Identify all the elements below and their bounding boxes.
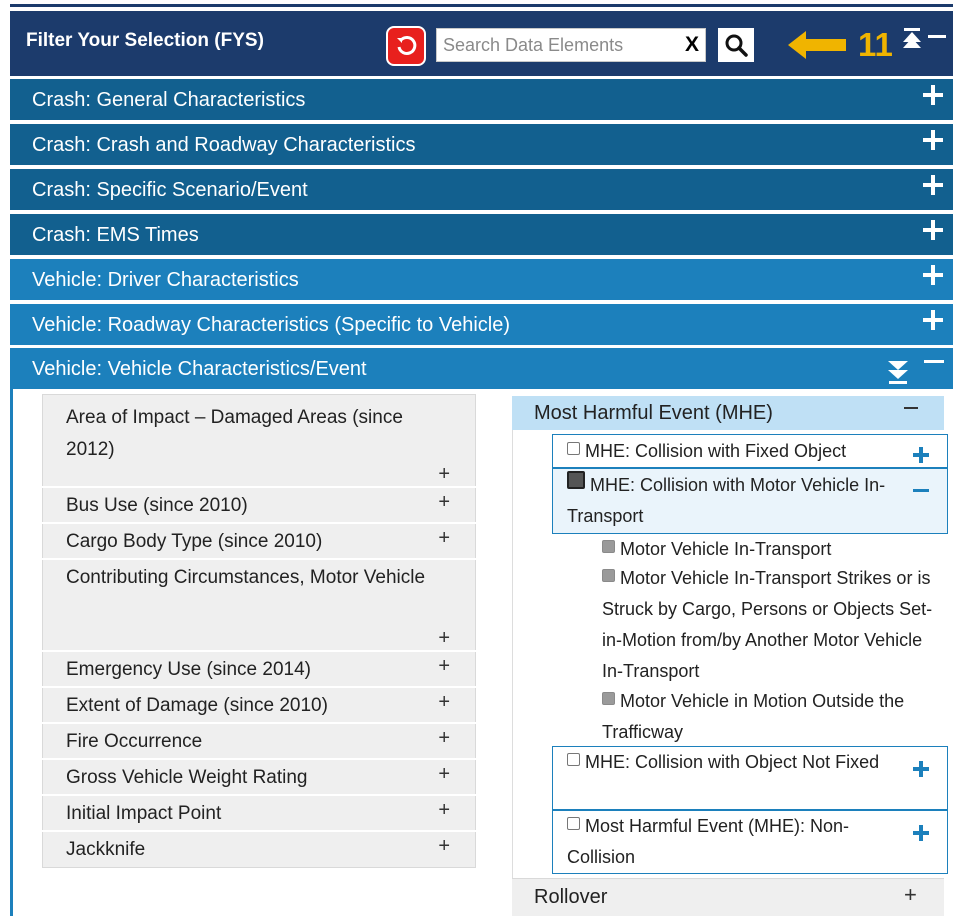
checkbox[interactable] (567, 442, 580, 455)
add-plus-icon[interactable]: + (438, 692, 450, 712)
expanded-section-border (10, 386, 13, 916)
checkbox[interactable] (567, 753, 580, 766)
expand-plus-icon[interactable] (911, 445, 931, 465)
list-item-label: Cargo Body Type (since 2010) (66, 531, 323, 552)
list-item-initial-impact-point[interactable]: Initial Impact Point + (42, 796, 476, 830)
add-plus-icon[interactable]: + (438, 464, 450, 484)
collapse-minus-icon[interactable] (904, 407, 918, 409)
list-item-label: Jackknife (66, 839, 146, 860)
accordion-crash-scenario[interactable]: Crash: Specific Scenario/Event (10, 169, 953, 210)
accordion-crash-ems[interactable]: Crash: EMS Times (10, 214, 953, 255)
reset-button[interactable] (386, 26, 426, 66)
list-item-label: Fire Occurrence (66, 731, 203, 752)
list-item-label: Area of Impact – Damaged Areas (since 20… (66, 407, 403, 460)
list-item-gross-vehicle-weight[interactable]: Gross Vehicle Weight Rating + (42, 760, 476, 794)
list-item-area-of-impact[interactable]: Area of Impact – Damaged Areas (since 20… (42, 394, 476, 486)
option-label: MHE: Collision with Motor Vehicle In-Tra… (567, 475, 886, 526)
option-mhe-fixed-object[interactable]: MHE: Collision with Fixed Object (552, 434, 948, 468)
accordion-label: Crash: Specific Scenario/Event (32, 179, 308, 201)
list-item-contributing-circumstances[interactable]: Contributing Circumstances, Motor Vehicl… (42, 560, 476, 650)
list-item-emergency-use[interactable]: Emergency Use (since 2014) + (42, 652, 476, 686)
accordion-label: Crash: General Characteristics (32, 89, 306, 111)
list-item-extent-of-damage[interactable]: Extent of Damage (since 2010) + (42, 688, 476, 722)
sub-option-mv-in-transport[interactable]: Motor Vehicle In-Transport (602, 534, 948, 565)
option-label: MHE: Collision with Object Not Fixed (585, 752, 880, 772)
add-plus-icon[interactable]: + (438, 628, 450, 648)
expand-plus-icon[interactable] (911, 823, 931, 843)
double-chevron-down-icon[interactable] (887, 360, 909, 386)
sub-option-label: Motor Vehicle in Motion Outside the Traf… (602, 691, 905, 742)
list-item-label: Extent of Damage (since 2010) (66, 695, 328, 716)
add-plus-icon[interactable]: + (438, 800, 450, 820)
checkbox-checked[interactable] (602, 540, 615, 553)
list-item-bus-use[interactable]: Bus Use (since 2010) + (42, 488, 476, 522)
left-arrow-icon (788, 31, 846, 59)
add-plus-icon[interactable]: + (438, 492, 450, 512)
search-box: X (436, 28, 706, 62)
reset-icon (397, 35, 417, 55)
search-icon (725, 34, 748, 57)
option-mhe-object-not-fixed[interactable]: MHE: Collision with Object Not Fixed (552, 746, 948, 810)
search-button[interactable] (716, 26, 756, 64)
option-mhe-non-collision[interactable]: Most Harmful Event (MHE): Non-Collision (552, 810, 948, 874)
accordion-crash-roadway[interactable]: Crash: Crash and Roadway Characteristics (10, 124, 953, 165)
expand-plus-icon[interactable]: + (904, 882, 917, 908)
option-label: MHE: Collision with Fixed Object (585, 441, 847, 461)
add-plus-icon[interactable]: + (438, 764, 450, 784)
page-title: Filter Your Selection (FYS) (26, 30, 264, 51)
accordion-label: Vehicle: Driver Characteristics (32, 269, 299, 291)
collapse-minus-icon[interactable] (911, 481, 931, 501)
list-item-jackknife[interactable]: Jackknife + (42, 832, 476, 866)
sub-option-cargo-persons[interactable]: Motor Vehicle In-Transport Strikes or is… (602, 563, 948, 687)
expand-plus-icon[interactable] (919, 171, 947, 199)
clear-search-button[interactable]: X (685, 32, 699, 58)
add-plus-icon[interactable]: + (438, 836, 450, 856)
checkbox-checked[interactable] (602, 692, 615, 705)
mhe-group-title: Most Harmful Event (MHE) (534, 402, 773, 424)
header-top-rule (10, 4, 953, 7)
expand-plus-icon[interactable] (911, 759, 931, 779)
accordion-label: Vehicle: Vehicle Characteristics/Event (32, 358, 367, 380)
list-item-cargo-body-type[interactable]: Cargo Body Type (since 2010) + (42, 524, 476, 558)
add-plus-icon[interactable]: + (438, 528, 450, 548)
list-item-fire-occurrence[interactable]: Fire Occurrence + (42, 724, 476, 758)
accordion-vehicle-characteristics[interactable]: Vehicle: Vehicle Characteristics/Event (10, 348, 953, 389)
list-item-label: Gross Vehicle Weight Rating (66, 767, 308, 788)
accordion-vehicle-roadway[interactable]: Vehicle: Roadway Characteristics (Specif… (10, 304, 953, 345)
accordion-label: Crash: EMS Times (32, 224, 199, 246)
sub-option-label: Motor Vehicle In-Transport Strikes or is… (602, 568, 933, 681)
list-item-label: Initial Impact Point (66, 803, 222, 824)
expand-plus-icon[interactable] (919, 81, 947, 109)
expand-plus-icon[interactable] (919, 261, 947, 289)
accordion-vehicle-driver[interactable]: Vehicle: Driver Characteristics (10, 259, 953, 300)
expand-plus-icon[interactable] (919, 216, 947, 244)
expand-plus-icon[interactable] (919, 306, 947, 334)
add-plus-icon[interactable]: + (438, 656, 450, 676)
add-plus-icon[interactable]: + (438, 728, 450, 748)
option-mhe-motor-vehicle[interactable]: MHE: Collision with Motor Vehicle In-Tra… (552, 468, 948, 534)
accordion-crash-general[interactable]: Crash: General Characteristics (10, 79, 953, 120)
checkbox[interactable] (567, 817, 580, 830)
rollover-label: Rollover (534, 886, 608, 908)
accordion-label: Vehicle: Roadway Characteristics (Specif… (32, 314, 510, 336)
sub-option-label: Motor Vehicle In-Transport (620, 539, 832, 559)
collapse-all-icon[interactable] (902, 26, 922, 52)
expand-plus-icon[interactable] (919, 126, 947, 154)
accordion-label: Crash: Crash and Roadway Characteristics (32, 134, 416, 156)
checkbox-checked[interactable] (602, 569, 615, 582)
step-number: 11 (858, 26, 893, 63)
list-item-label: Emergency Use (since 2014) (66, 659, 311, 680)
collapse-minus-icon[interactable] (921, 352, 947, 372)
checkbox-checked[interactable] (567, 471, 585, 489)
minimize-icon[interactable] (926, 26, 948, 52)
list-item-label: Contributing Circumstances, Motor Vehicl… (66, 567, 426, 588)
option-label: Most Harmful Event (MHE): Non-Collision (567, 816, 850, 867)
search-input[interactable] (437, 29, 685, 61)
list-item-label: Bus Use (since 2010) (66, 495, 248, 516)
sub-option-outside-trafficway[interactable]: Motor Vehicle in Motion Outside the Traf… (602, 686, 948, 748)
